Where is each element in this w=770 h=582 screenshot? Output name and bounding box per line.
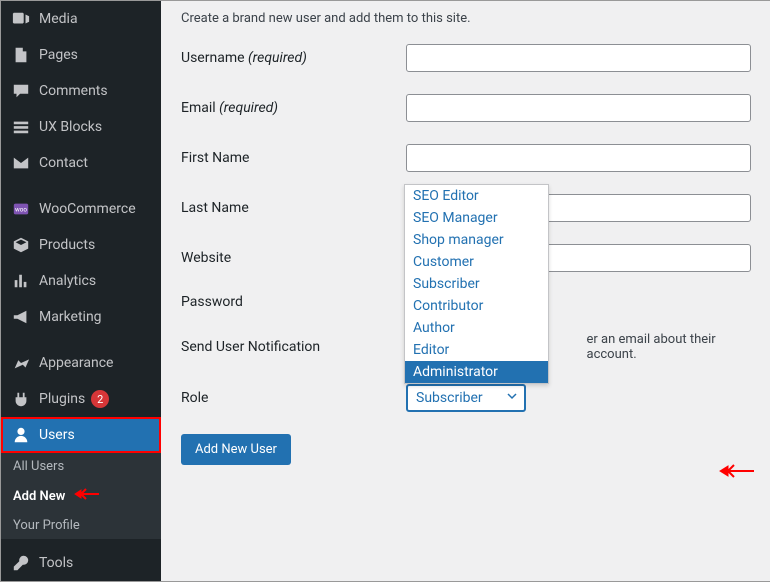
row-email: Email (required): [181, 94, 751, 122]
role-option-contributor[interactable]: Contributor: [405, 295, 548, 317]
row-firstname: First Name: [181, 144, 751, 172]
email-input[interactable]: [406, 94, 751, 122]
sidebar-item-analytics[interactable]: Analytics: [1, 263, 161, 299]
sidebar-item-contact[interactable]: Contact: [1, 145, 161, 181]
sidebar-item-label: Appearance: [39, 355, 113, 371]
svg-text:woo: woo: [15, 206, 27, 214]
role-option-seo-manager[interactable]: SEO Manager: [405, 207, 548, 229]
lastname-label: Last Name: [181, 200, 406, 216]
marketing-icon: [11, 307, 31, 327]
users-icon: [11, 425, 31, 445]
sidebar-item-label: Contact: [39, 155, 88, 171]
password-label: Password: [181, 294, 406, 310]
role-option-author[interactable]: Author: [405, 317, 548, 339]
intro-text: Create a brand new user and add them to …: [181, 11, 751, 26]
role-option-subscriber[interactable]: Subscriber: [405, 273, 548, 295]
sidebar-subitem-add-new[interactable]: Add New: [1, 480, 161, 512]
row-role: Role SEO Editor SEO Manager Shop manager…: [181, 384, 751, 412]
media-icon: [11, 9, 31, 29]
sidebar-item-users[interactable]: Users: [1, 417, 161, 453]
sidebar-item-label: Plugins: [39, 391, 85, 407]
role-option-seo-editor[interactable]: SEO Editor: [405, 185, 548, 207]
sidebar-item-label: UX Blocks: [39, 119, 102, 135]
notification-label: Send User Notification: [181, 339, 384, 355]
sidebar-subitem-all-users[interactable]: All Users: [1, 453, 161, 480]
appearance-icon: [11, 353, 31, 373]
website-label: Website: [181, 250, 406, 266]
sidebar-subitem-your-profile[interactable]: Your Profile: [1, 512, 161, 539]
sidebar-item-ux-blocks[interactable]: UX Blocks: [1, 109, 161, 145]
woocommerce-icon: woo: [11, 199, 31, 219]
sidebar-item-label: Analytics: [39, 273, 96, 289]
products-icon: [11, 235, 31, 255]
sidebar-item-media[interactable]: Media: [1, 1, 161, 37]
role-label: Role: [181, 390, 406, 406]
plugins-icon: [11, 389, 31, 409]
email-label: Email (required): [181, 100, 406, 116]
sidebar-item-label: Products: [39, 237, 95, 253]
contact-icon: [11, 153, 31, 173]
annotation-arrow-icon: [73, 486, 101, 506]
sidebar-item-woocommerce[interactable]: woo WooCommerce: [1, 191, 161, 227]
firstname-input[interactable]: [406, 144, 751, 172]
role-select-wrap: SEO Editor SEO Manager Shop manager Cust…: [406, 384, 526, 412]
notification-note: er an email about their account.: [587, 332, 752, 362]
ux-blocks-icon: [11, 117, 31, 137]
role-option-customer[interactable]: Customer: [405, 251, 548, 273]
tools-icon: [11, 553, 31, 573]
sidebar-item-marketing[interactable]: Marketing: [1, 299, 161, 335]
sidebar-item-appearance[interactable]: Appearance: [1, 345, 161, 381]
username-label: Username (required): [181, 50, 406, 66]
row-username: Username (required): [181, 44, 751, 72]
sidebar-item-label: Tools: [39, 555, 73, 571]
sidebar-item-label: Pages: [39, 47, 78, 63]
annotation-arrow-icon: [716, 461, 756, 485]
sidebar-item-pages[interactable]: Pages: [1, 37, 161, 73]
sidebar-item-comments[interactable]: Comments: [1, 73, 161, 109]
analytics-icon: [11, 271, 31, 291]
sidebar-item-label: WooCommerce: [39, 201, 136, 217]
sidebar-item-label: Users: [39, 427, 75, 443]
sidebar-item-products[interactable]: Products: [1, 227, 161, 263]
sidebar-item-tools[interactable]: Tools: [1, 545, 161, 581]
firstname-label: First Name: [181, 150, 406, 166]
users-submenu: All Users Add New Your Profile: [1, 453, 161, 539]
comments-icon: [11, 81, 31, 101]
sidebar-item-label: Marketing: [39, 309, 102, 325]
plugins-badge: 2: [91, 390, 109, 408]
main-content: Create a brand new user and add them to …: [161, 1, 770, 581]
role-option-shop-manager[interactable]: Shop manager: [405, 229, 548, 251]
add-new-user-button[interactable]: Add New User: [181, 434, 291, 465]
pages-icon: [11, 45, 31, 65]
sidebar-item-label: Comments: [39, 83, 108, 99]
admin-sidebar: Media Pages Comments UX Blocks Contact w…: [1, 1, 161, 581]
role-select[interactable]: Subscriber: [406, 384, 526, 412]
sidebar-item-label: Media: [39, 11, 78, 27]
role-option-editor[interactable]: Editor: [405, 339, 548, 361]
role-option-administrator[interactable]: Administrator: [405, 361, 548, 383]
chevron-down-icon: [506, 390, 518, 406]
username-input[interactable]: [406, 44, 751, 72]
role-dropdown: SEO Editor SEO Manager Shop manager Cust…: [404, 184, 549, 384]
sidebar-item-plugins[interactable]: Plugins 2: [1, 381, 161, 417]
